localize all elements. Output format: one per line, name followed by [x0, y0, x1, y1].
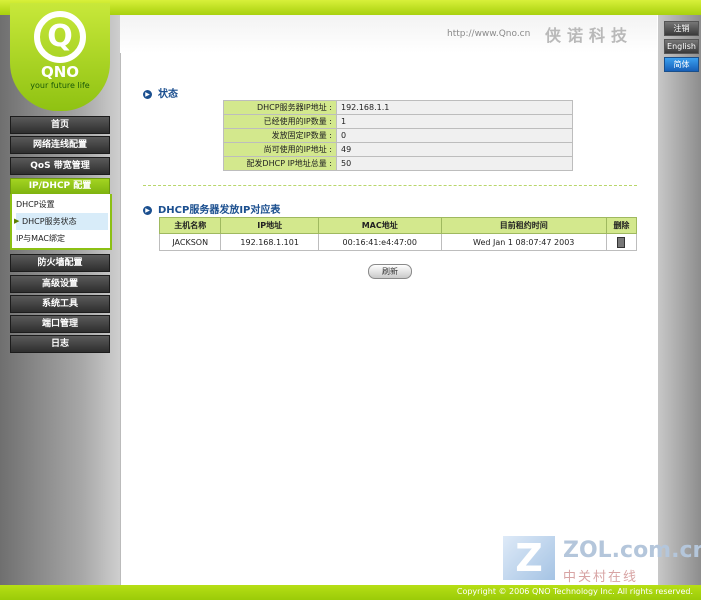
arrow-circle-icon: ▶	[143, 89, 152, 99]
status-label: 配发DHCP IP地址总量 :	[223, 156, 337, 171]
col-mac: MAC地址	[317, 217, 442, 234]
status-label: 已经使用的IP数量 :	[223, 114, 337, 129]
cell-lease: Wed Jan 1 08:07:47 2003	[440, 233, 607, 251]
status-value: 49	[336, 142, 573, 157]
col-ip: IP地址	[220, 217, 319, 234]
nav-firewall[interactable]: 防火墙配置	[10, 254, 110, 272]
nav-advanced[interactable]: 高级设置	[10, 275, 110, 293]
arrow-circle-icon: ▶	[143, 205, 152, 215]
status-value: 0	[336, 128, 573, 143]
simplified-chinese-button[interactable]: 简体	[664, 57, 699, 72]
logo-slogan: your future life	[30, 81, 90, 90]
logout-button[interactable]: 注销	[664, 21, 699, 36]
subnav-dhcp-settings[interactable]: DHCP设置	[16, 196, 108, 213]
cell-ip: 192.168.1.101	[220, 233, 319, 251]
subnav-ip-mac-label: IP与MAC绑定	[16, 234, 66, 243]
table-row: 发放固定IP数量 :0	[223, 128, 573, 143]
table-row: 配发DHCP IP地址总量 :50	[223, 156, 573, 171]
status-label: DHCP服务器IP地址 :	[223, 100, 337, 115]
nav-port-management[interactable]: 端口管理	[10, 315, 110, 333]
right-bar	[657, 0, 701, 600]
nav-submenu: DHCP设置 ▶ DHCP服务状态 IP与MAC绑定	[10, 194, 112, 250]
subnav-dhcp-status-label: DHCP服务状态	[22, 217, 77, 226]
col-delete: 删除	[605, 217, 638, 234]
table-row: 尚可使用的IP地址 :49	[223, 142, 573, 157]
section-divider	[143, 185, 637, 186]
table-row: JACKSON 192.168.1.101 00:16:41:e4:47:00 …	[158, 233, 638, 251]
trash-icon[interactable]	[617, 236, 626, 248]
nav-log[interactable]: 日志	[10, 335, 110, 353]
dhcp-table-section-title: ▶ DHCP服务器发放IP对应表	[143, 201, 280, 216]
nav-home[interactable]: 首页	[10, 116, 110, 134]
status-value: 192.168.1.1	[336, 100, 573, 115]
status-table: DHCP服务器IP地址 :192.168.1.1 已经使用的IP数量 :1 发放…	[223, 100, 573, 171]
watermark-logo: Z	[503, 536, 555, 580]
table-row: 已经使用的IP数量 :1	[223, 114, 573, 129]
watermark-text: ZOL.com.cn	[563, 538, 701, 563]
logo-name: QNO	[40, 63, 80, 81]
status-label: 尚可使用的IP地址 :	[223, 142, 337, 157]
col-lease: 目前租约时间	[440, 217, 607, 234]
watermark-cn: 中关村在线	[563, 570, 639, 585]
header-url: http://www.Qno.cn	[447, 29, 531, 39]
header-brand: 侠诺科技	[545, 26, 634, 45]
nav-network-config[interactable]: 网络连线配置	[10, 136, 110, 154]
status-value: 1	[336, 114, 573, 129]
subnav-ip-mac-binding[interactable]: IP与MAC绑定	[16, 230, 108, 247]
english-button[interactable]: English	[664, 39, 699, 54]
status-section-title: ▶ 状态	[143, 85, 178, 100]
col-host: 主机名称	[158, 217, 222, 234]
logo-q-icon: Q	[34, 11, 86, 63]
copyright-text: Copyright © 2006 QNO Technology Inc. All…	[456, 587, 693, 596]
table-header-row: 主机名称 IP地址 MAC地址 目前租约时间 删除	[158, 217, 638, 234]
status-title-text: 状态	[158, 89, 178, 100]
dhcp-lease-table: 主机名称 IP地址 MAC地址 目前租约时间 删除 JACKSON 192.16…	[158, 217, 638, 251]
cell-delete	[605, 233, 638, 251]
nav-qos[interactable]: QoS 带宽管理	[10, 157, 110, 175]
subnav-dhcp-status[interactable]: ▶ DHCP服务状态	[14, 213, 108, 230]
nav-ip-dhcp[interactable]: IP/DHCP 配置	[10, 178, 110, 195]
subnav-dhcp-settings-label: DHCP设置	[16, 200, 55, 209]
footer: Copyright © 2006 QNO Technology Inc. All…	[0, 585, 701, 600]
logo: Q QNO your future life	[10, 3, 110, 113]
refresh-button[interactable]: 刷新	[368, 264, 412, 279]
status-label: 发放固定IP数量 :	[223, 128, 337, 143]
dhcp-table-title-text: DHCP服务器发放IP对应表	[158, 205, 281, 216]
table-row: DHCP服务器IP地址 :192.168.1.1	[223, 100, 573, 115]
cell-mac: 00:16:41:e4:47:00	[317, 233, 442, 251]
cell-host: JACKSON	[158, 233, 222, 251]
nav-system-tools[interactable]: 系统工具	[10, 295, 110, 313]
status-value: 50	[336, 156, 573, 171]
arrow-right-icon: ▶	[14, 217, 20, 225]
